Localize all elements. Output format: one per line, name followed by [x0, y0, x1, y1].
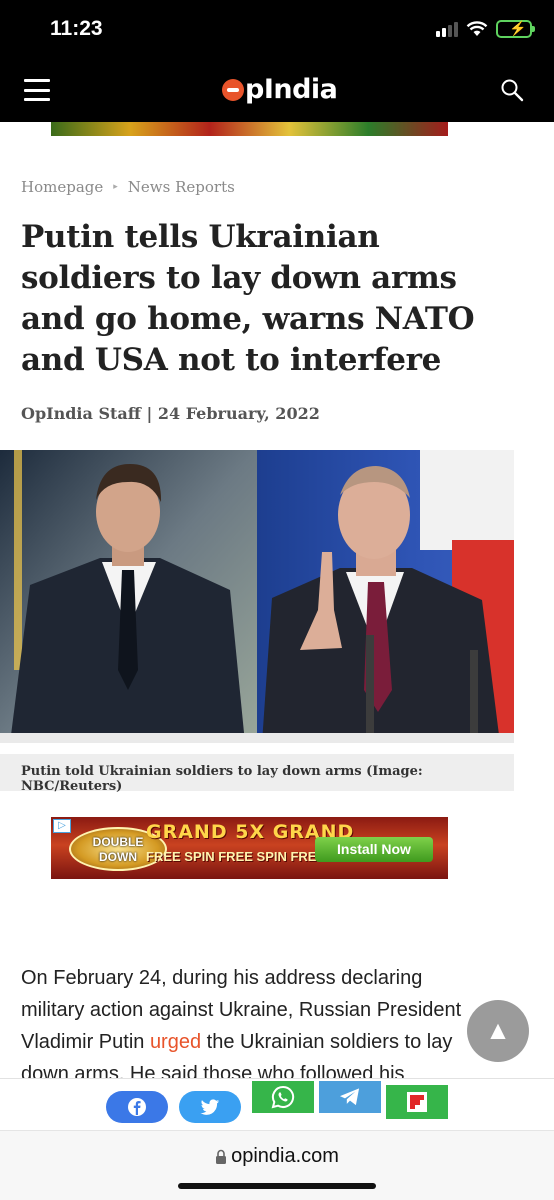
url-text: opindia.com [231, 1145, 339, 1167]
browser-address-bar: opindia.com [0, 1130, 554, 1200]
breadcrumb-section-link[interactable]: News Reports [128, 178, 235, 196]
whatsapp-icon [271, 1085, 295, 1109]
breadcrumb-home-link[interactable]: Homepage [21, 178, 103, 196]
telegram-icon [340, 1088, 360, 1106]
article-body: On February 24, during his address decla… [21, 967, 462, 1085]
url-field[interactable]: opindia.com [0, 1145, 554, 1168]
scroll-to-top-button[interactable]: ▲ [467, 1000, 529, 1062]
search-icon[interactable] [500, 78, 524, 102]
image-caption: Putin told Ukrainian soldiers to lay dow… [0, 754, 514, 794]
breadcrumb: Homepage ▸ News Reports [21, 178, 235, 196]
cellular-signal-icon [436, 21, 458, 37]
top-ad-strip[interactable] [51, 122, 448, 136]
status-time: 11:23 [50, 17, 103, 40]
home-indicator[interactable] [178, 1183, 376, 1189]
article-hero-image [0, 450, 514, 743]
logo-speech-bubble-icon [222, 78, 244, 101]
wifi-icon [466, 21, 488, 36]
site-header: pIndia [0, 58, 554, 122]
hamburger-menu-icon[interactable] [24, 79, 50, 101]
twitter-icon [200, 1098, 220, 1115]
battery-charging-icon: ⚡ [496, 20, 535, 38]
article-link-urged[interactable]: urged [150, 1031, 201, 1053]
share-twitter-button[interactable] [179, 1091, 241, 1123]
ad-install-button[interactable]: Install Now [315, 837, 433, 862]
facebook-icon [128, 1098, 146, 1116]
article-title: Putin tells Ukrainian soldiers to lay do… [21, 219, 475, 378]
lock-icon [216, 1149, 227, 1164]
share-bar [0, 1078, 554, 1130]
ad-choices-icon[interactable]: ▷ [53, 819, 71, 833]
status-bar: 11:23 ⚡ [0, 0, 554, 58]
logo-text: pIndia [245, 74, 338, 105]
breadcrumb-separator-icon: ▸ [113, 182, 118, 192]
flipboard-icon [407, 1092, 427, 1112]
share-telegram-button[interactable] [319, 1081, 381, 1113]
ad-banner[interactable]: ▷ DOUBLE DOWN GRAND 5X GRAND FREE SPIN F… [51, 817, 448, 879]
share-whatsapp-button[interactable] [252, 1081, 314, 1113]
share-flipboard-button[interactable] [386, 1085, 448, 1119]
share-facebook-button[interactable] [106, 1091, 168, 1123]
opindia-logo[interactable]: pIndia [222, 74, 338, 105]
article-byline: OpIndia Staff | 24 February, 2022 [21, 404, 320, 423]
status-icons: ⚡ [436, 20, 535, 38]
